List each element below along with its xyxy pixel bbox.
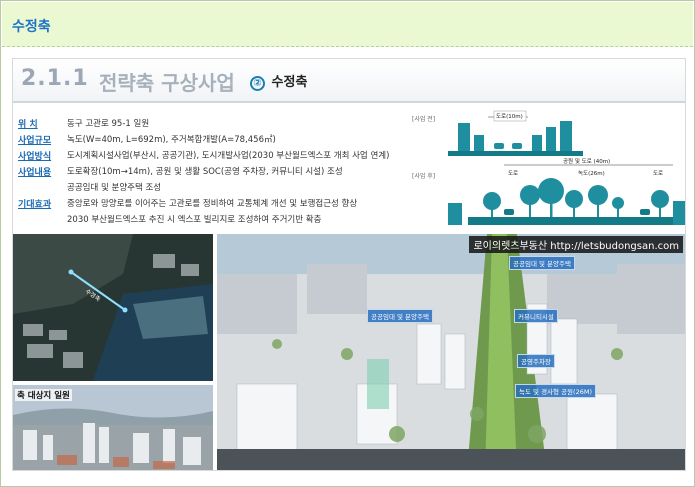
- watermark: 로이의렛츠부동산 http://letsbudongsan.com: [469, 236, 683, 253]
- car-icon: [640, 209, 650, 215]
- info-value: 녹도(W=40m, L=692m), 주거복합개발(A=78,456㎡): [67, 135, 276, 145]
- before-label: [사업 전]: [412, 115, 435, 123]
- info-label: 사업방식: [18, 151, 52, 162]
- rendering-tag: 커뮤니티시설: [514, 309, 558, 323]
- green-road-label: 녹도(26m): [578, 170, 605, 177]
- after-label: [사업 후]: [412, 172, 435, 180]
- info-row: 2030 부산월드엑스포 추진 시 엑스포 빌리지로 조성하여 주거기반 확충: [18, 211, 418, 227]
- after-building: [448, 203, 462, 225]
- car-icon: [494, 143, 504, 149]
- axis-start-marker: [68, 269, 74, 275]
- aerial-map-photo: 수정축: [13, 234, 213, 381]
- rendering-tag: 공공임대 및 분양주택: [367, 309, 433, 323]
- info-label: 기대효과: [18, 199, 52, 210]
- info-row: 기대효과 중앙로와 망양로를 이어주는 고관로를 정비하여 교통체계 개선 및 보…: [18, 195, 418, 211]
- before-building: [546, 127, 556, 151]
- slide-image: 2.1.1 전략축 구상사업 ② 수정축 위 치 동구 고관로 95-1 일원 사…: [12, 58, 686, 471]
- rendering-tag: 녹도 및 경사형 공원(26M): [515, 384, 596, 398]
- rendering-image: 로이의렛츠부동산 http://letsbudongsan.com 공공임대 및…: [217, 234, 685, 470]
- info-row: 공공임대 및 분양주택 조성: [18, 179, 418, 195]
- foreground-road: [217, 449, 685, 470]
- content-frame: 수정축 2.1.1 전략축 구상사업 ② 수정축 위 치 동구 고관로 95-1 …: [0, 0, 695, 487]
- city-photo-label: 축 대상지 일원: [15, 389, 72, 401]
- info-label: 사업내용: [18, 167, 52, 178]
- info-label: 위 치: [18, 119, 38, 130]
- road-section-diagram: [사업 전] 도로(10m) [사업 후] 공원 및 도로 (40m) 도로 녹…: [412, 110, 685, 225]
- info-value: 도로확장(10m→14m), 공원 및 생활 SOC(공영 주차장, 커뮤니티 …: [67, 167, 343, 177]
- park-road-label: 공원 및 도로 (40m): [563, 157, 610, 165]
- car-icon: [504, 209, 514, 215]
- before-ground: [448, 151, 583, 156]
- before-building: [458, 123, 470, 151]
- rendering-graphic: [217, 234, 685, 470]
- slide-title-band: 2.1.1 전략축 구상사업 ② 수정축: [13, 59, 685, 101]
- axis-end-marker: [122, 307, 128, 313]
- car-icon: [512, 143, 522, 149]
- road-right-label: 도로: [653, 170, 663, 177]
- info-row: 사업방식 도시계획시설사업(부산시, 공공기관), 도시개발사업(2030 부산월…: [18, 147, 418, 163]
- info-value: 도시계획시설사업(부산시, 공공기관), 도시개발사업(2030 부산월드엑스포…: [67, 151, 390, 161]
- road-before-label: 도로(10m): [496, 113, 523, 120]
- info-row: 사업규모 녹도(W=40m, L=692m), 주거복합개발(A=78,456㎡): [18, 131, 418, 147]
- info-value: 중앙로와 망양로를 이어주는 고관로를 정비하여 교통체계 개선 및 보행접근성…: [67, 199, 358, 209]
- section-number: 2.1.1: [21, 66, 89, 91]
- glass-building: [367, 359, 389, 409]
- rendering-tag: 공공임대 및 분양주택: [509, 256, 575, 270]
- after-building: [673, 201, 685, 225]
- info-row: 위 치 동구 고관로 95-1 일원: [18, 115, 418, 131]
- info-row: 사업내용 도로확장(10m→14m), 공원 및 생활 SOC(공영 주차장, 커…: [18, 163, 418, 179]
- badge-number: ②: [250, 76, 265, 91]
- header-title: 수정축: [12, 19, 51, 35]
- info-value: 동구 고관로 95-1 일원: [67, 119, 150, 129]
- before-building: [532, 135, 542, 151]
- badge-label: 수정축: [271, 75, 308, 90]
- header-bar: 수정축: [2, 2, 693, 47]
- road-left-label: 도로: [508, 170, 518, 177]
- before-building: [474, 135, 484, 151]
- info-table: 위 치 동구 고관로 95-1 일원 사업규모 녹도(W=40m, L=692m),…: [18, 115, 418, 227]
- info-value: 2030 부산월드엑스포 추진 시 엑스포 빌리지로 조성하여 주거기반 확충: [67, 215, 322, 225]
- rendering-tag: 공영주차장: [517, 354, 555, 368]
- section-title: 전략축 구상사업: [99, 71, 235, 95]
- info-value: 공공임대 및 분양주택 조성: [67, 183, 162, 193]
- info-label: 사업규모: [18, 135, 52, 146]
- aerial-map-graphic: 수정축: [13, 234, 213, 381]
- city-photo: 축 대상지 일원: [13, 385, 213, 470]
- section-badge: ② 수정축: [250, 71, 307, 91]
- after-ground: [468, 217, 685, 225]
- before-building: [560, 121, 572, 151]
